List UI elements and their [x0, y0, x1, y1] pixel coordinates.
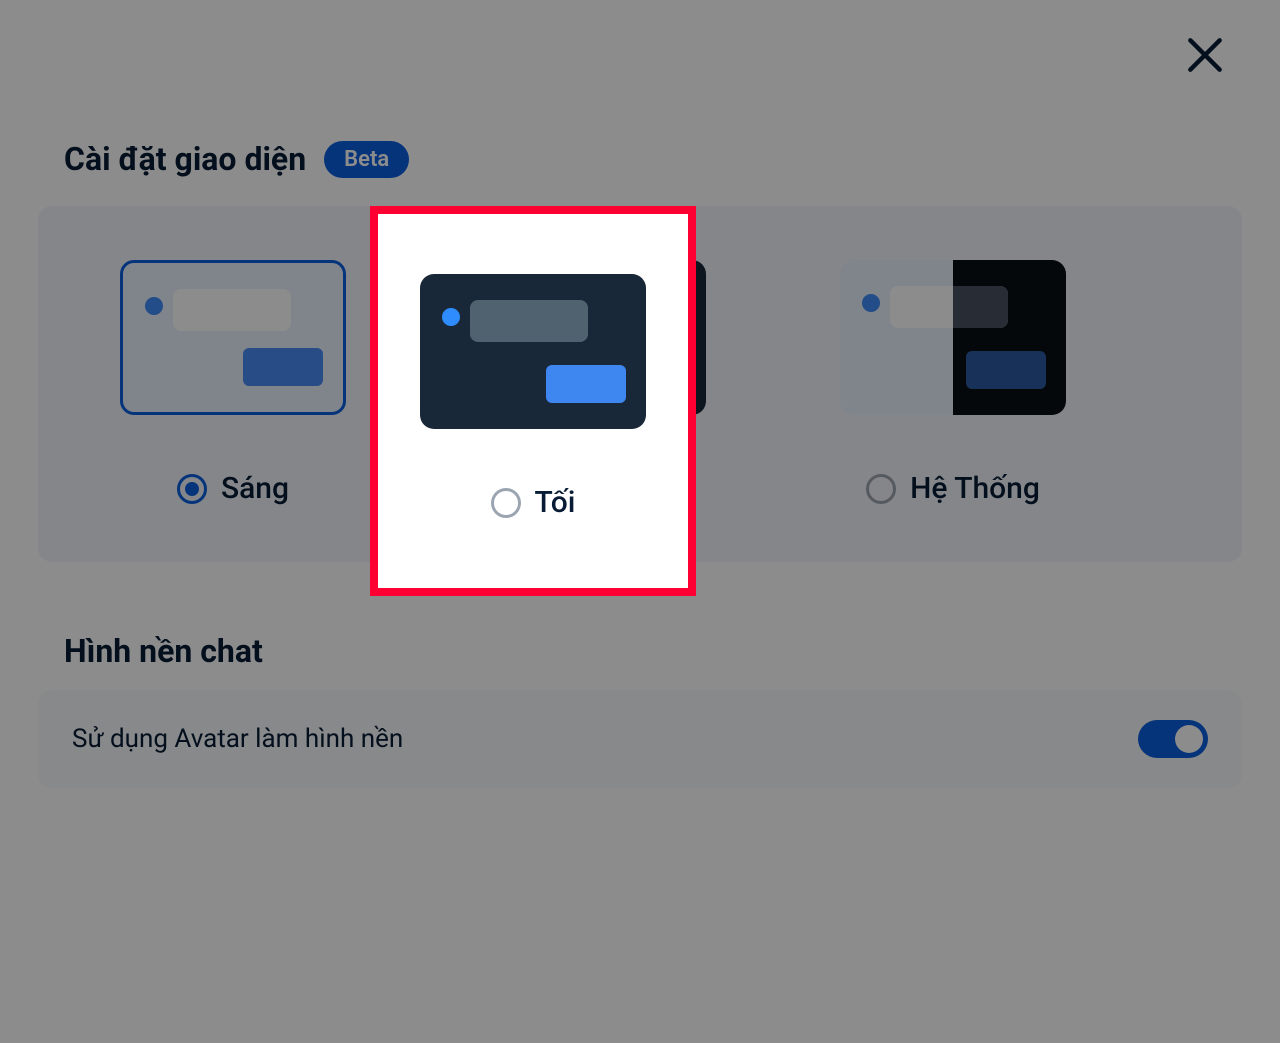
radio-icon[interactable] — [177, 474, 207, 504]
theme-label: Tối — [535, 485, 576, 520]
theme-label: Sáng — [221, 471, 289, 506]
theme-preview-system — [840, 260, 1066, 415]
close-icon — [1183, 33, 1227, 81]
radio-icon[interactable] — [491, 488, 521, 518]
avatar-toggle-label: Sử dụng Avatar làm hình nền — [72, 724, 403, 754]
theme-preview-light — [120, 260, 346, 415]
avatar-background-row: Sử dụng Avatar làm hình nền — [38, 690, 1242, 788]
highlighted-theme-option-dark[interactable]: Tối — [378, 214, 688, 588]
theme-option-system[interactable]: Hệ Thống — [818, 260, 1088, 506]
theme-label: Hệ Thống — [910, 471, 1040, 506]
section-header: Cài đặt giao diện Beta — [34, 140, 1246, 206]
theme-radio-row-dark: Tối — [491, 485, 576, 520]
theme-radio-row-light: Sáng — [177, 471, 289, 506]
close-button[interactable] — [1178, 30, 1232, 84]
radio-icon[interactable] — [866, 474, 896, 504]
background-section-title: Hình nền chat — [34, 632, 1246, 690]
theme-radio-row-system: Hệ Thống — [866, 471, 1040, 506]
section-title: Cài đặt giao diện — [64, 140, 306, 178]
beta-badge: Beta — [324, 141, 409, 178]
avatar-toggle[interactable] — [1138, 720, 1208, 758]
theme-preview-dark — [420, 274, 646, 429]
theme-option-light[interactable]: Sáng — [98, 260, 368, 506]
